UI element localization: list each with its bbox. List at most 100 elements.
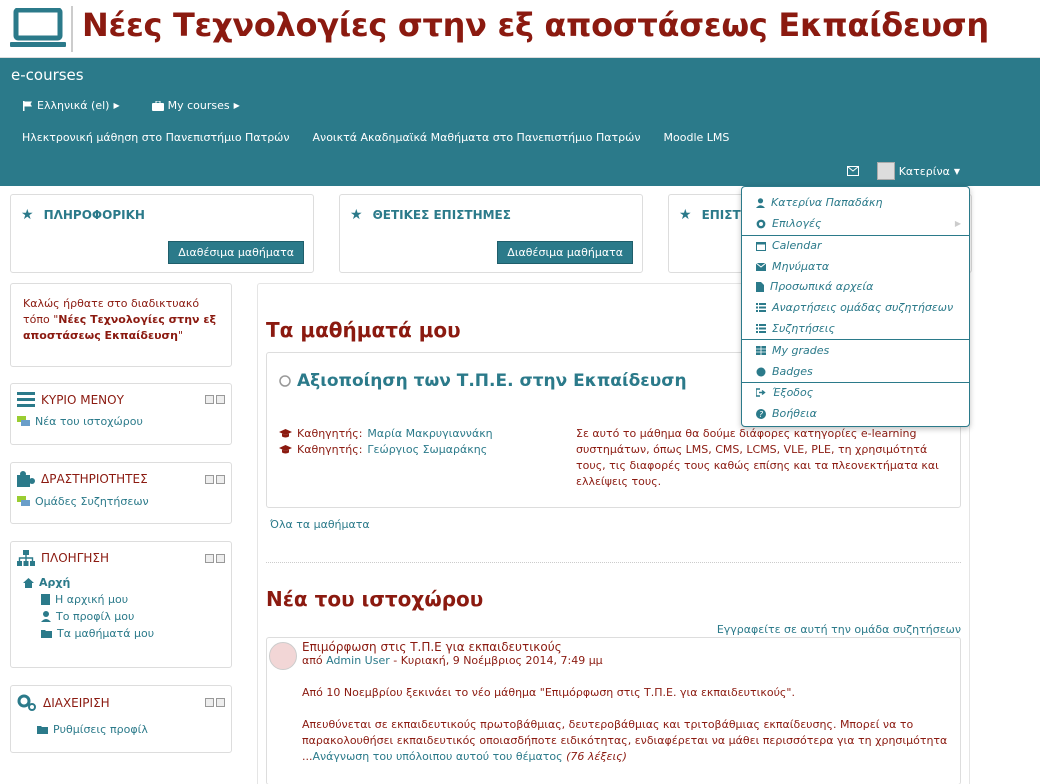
divider xyxy=(266,562,961,563)
collapse-icon[interactable] xyxy=(205,698,214,707)
collapse-icon[interactable] xyxy=(205,553,214,563)
category-title[interactable]: ΕΠΙΣΤ xyxy=(702,208,741,222)
sitemap-icon xyxy=(17,550,35,566)
graduation-cap-icon xyxy=(279,445,292,454)
user-menu-toggle[interactable]: Κατερίνα ▼ xyxy=(876,162,960,180)
block-controls[interactable] xyxy=(205,553,225,563)
author-avatar[interactable] xyxy=(269,642,297,670)
dock-icon[interactable] xyxy=(216,553,225,563)
nav-my-home[interactable]: Η αρχική μου xyxy=(11,589,231,606)
menu-item-label: Αναρτήσεις ομάδας συζητήσεων xyxy=(772,301,954,314)
collapse-icon[interactable] xyxy=(205,395,214,404)
menu-item-label: My grades xyxy=(772,344,830,357)
read-more-link[interactable]: Ανάγνωση του υπόλοιπου αυτού του θέματος xyxy=(313,750,563,763)
nav-item-label: Τα μαθήματά μου xyxy=(57,627,155,640)
nav-link-open-courses[interactable]: Ανοικτά Ακαδημαϊκά Μαθήματα στο Πανεπιστ… xyxy=(313,131,641,144)
post-paragraph: Απευθύνεται σε εκπαιδευτικούς πρωτοβάθμι… xyxy=(302,718,948,747)
welcome-block: Καλώς ήρθατε στο διαδικτυακό τόπο "Νέες … xyxy=(10,283,232,367)
block-link[interactable]: Νέα του ιστοχώρου xyxy=(11,413,231,428)
available-courses-button[interactable]: Διαθέσιμα μαθήματα xyxy=(497,241,633,264)
profile-settings-link[interactable]: Ρυθμίσεις προφίλ xyxy=(11,717,231,736)
nav-link-elearning[interactable]: Ηλεκτρονική μάθηση στο Πανεπιστήμιο Πατρ… xyxy=(22,131,290,144)
list-icon xyxy=(756,324,766,333)
flag-icon xyxy=(23,101,32,111)
news-heading: Νέα του ιστοχώρου xyxy=(266,587,484,611)
block-controls[interactable] xyxy=(205,698,225,707)
gears-icon xyxy=(17,694,36,711)
page-icon xyxy=(41,594,50,605)
puzzle-icon xyxy=(17,471,35,487)
menu-item-files[interactable]: Προσωπικά αρχεία xyxy=(756,280,873,293)
nav-my-profile[interactable]: Το προφίλ μου xyxy=(11,606,231,623)
category-title[interactable]: ΘΕΤΙΚΕΣ ΕΠΙΣΤΗΜΕΣ xyxy=(373,208,511,222)
teacher-link[interactable]: Γεώργιος Σωμαράκης xyxy=(367,443,487,456)
menu-item-discussions[interactable]: Συζητήσεις xyxy=(756,322,835,335)
menu-item-label: Κατερίνα Παπαδάκη xyxy=(771,196,883,209)
menu-item-grades[interactable]: My grades xyxy=(756,344,829,357)
menu-item-messages[interactable]: Μηνύματα xyxy=(756,260,829,273)
menu-item-badges[interactable]: Badges xyxy=(756,365,813,378)
menu-item-label: Συζητήσεις xyxy=(772,322,835,335)
menu-bars-icon xyxy=(17,392,35,407)
caret-right-icon: ▶ xyxy=(233,101,240,110)
author-link[interactable]: Admin User xyxy=(326,654,390,667)
menu-item-logout[interactable]: Έξοδος xyxy=(756,386,813,399)
star-icon: ★ xyxy=(21,207,34,223)
forum-icon xyxy=(17,496,30,506)
nav-home[interactable]: Αρχή xyxy=(11,572,231,589)
block-controls[interactable] xyxy=(205,395,225,404)
user-icon xyxy=(41,611,51,622)
block-title: ΔΡΑΣΤΗΡΙΟΤΗΤΕΣ xyxy=(41,472,148,486)
block-title: ΔΙΑΧΕΙΡΙΣΗ xyxy=(43,695,110,710)
block-title: ΠΛΟΗΓΗΣΗ xyxy=(41,551,110,565)
user-dropdown-menu: Κατερίνα Παπαδάκη Επιλογές ▶ Calendar Μη… xyxy=(741,186,970,427)
block-link[interactable]: Ομάδες Συζητήσεων xyxy=(11,493,231,508)
menu-divider xyxy=(742,382,969,383)
menu-item-profile[interactable]: Κατερίνα Παπαδάκη xyxy=(756,196,882,209)
language-menu[interactable]: Ελληνικά (el) ▶ xyxy=(22,99,120,112)
ellipsis: ... xyxy=(302,750,313,763)
my-courses-label: My courses xyxy=(167,99,230,112)
top-navbar: e-courses Ελληνικά (el) ▶ My courses ▶ Η… xyxy=(0,58,1040,186)
course-title-link[interactable]: Αξιοποίηση των Τ.Π.Ε. στην Εκπαίδευση xyxy=(297,371,687,391)
nav-link-moodle[interactable]: Moodle LMS xyxy=(664,131,730,144)
profile-settings-label: Ρυθμίσεις προφίλ xyxy=(53,723,148,736)
user-avatar xyxy=(876,162,895,180)
collapse-icon[interactable] xyxy=(205,474,214,484)
my-courses-menu[interactable]: My courses ▶ xyxy=(151,99,240,112)
block-link-label: Ομάδες Συζητήσεων xyxy=(35,495,149,508)
teacher-link[interactable]: Μαρία Μακρυγιαννάκη xyxy=(367,427,492,440)
administration-block: ΔΙΑΧΕΙΡΙΣΗ Ρυθμίσεις προφίλ xyxy=(10,685,232,753)
teacher-row: Καθηγητής: Γεώργιος Σωμαράκης xyxy=(279,443,487,456)
user-icon xyxy=(756,197,765,208)
block-link-label: Νέα του ιστοχώρου xyxy=(35,415,143,428)
messages-envelope-icon[interactable] xyxy=(846,166,859,176)
subscribe-link[interactable]: Εγγραφείτε σε αυτή την ομάδα συζητήσεων xyxy=(717,623,961,636)
dock-icon[interactable] xyxy=(216,474,225,484)
category-box-informatics: ★ ΠΛΗΡΟΦΟΡΙΚΗ Διαθέσιμα μαθήματα xyxy=(10,194,314,273)
menu-divider xyxy=(742,339,969,340)
folder-icon xyxy=(37,726,48,734)
table-icon xyxy=(756,346,766,355)
category-box-sciences: ★ ΘΕΤΙΚΕΣ ΕΠΙΣΤΗΜΕΣ Διαθέσιμα μαθήματα xyxy=(339,194,643,273)
menu-item-forum-posts[interactable]: Αναρτήσεις ομάδας συζητήσεων xyxy=(756,301,953,314)
nav-item-label: Η αρχική μου xyxy=(55,593,129,606)
user-name: Κατερίνα xyxy=(898,164,950,178)
block-controls[interactable] xyxy=(205,474,225,484)
post-subject: Επιμόρφωση στις Τ.Π.Ε για εκπαιδευτικούς xyxy=(302,640,562,654)
category-title[interactable]: ΠΛΗΡΟΦΟΡΙΚΗ xyxy=(44,208,145,222)
menu-item-preferences[interactable]: Επιλογές ▶ xyxy=(756,217,961,230)
brand-link[interactable]: e-courses xyxy=(11,66,84,84)
navigation-block: ΠΛΟΗΓΗΣΗ Αρχή Η αρχική μου Το προφίλ μου… xyxy=(10,541,232,668)
menu-item-help[interactable]: ? Βοήθεια xyxy=(756,407,817,420)
dock-icon[interactable] xyxy=(216,395,225,404)
menu-item-calendar[interactable]: Calendar xyxy=(756,239,821,252)
nav-my-courses[interactable]: Τα μαθήματά μου xyxy=(11,623,231,640)
logout-icon xyxy=(756,388,766,397)
dock-icon[interactable] xyxy=(216,698,225,707)
available-courses-button[interactable]: Διαθέσιμα μαθήματα xyxy=(168,241,304,264)
all-courses-link[interactable]: Όλα τα μαθήματα xyxy=(270,518,370,531)
folder-icon xyxy=(41,630,52,638)
calendar-icon xyxy=(756,241,766,251)
gear-icon xyxy=(756,219,766,228)
